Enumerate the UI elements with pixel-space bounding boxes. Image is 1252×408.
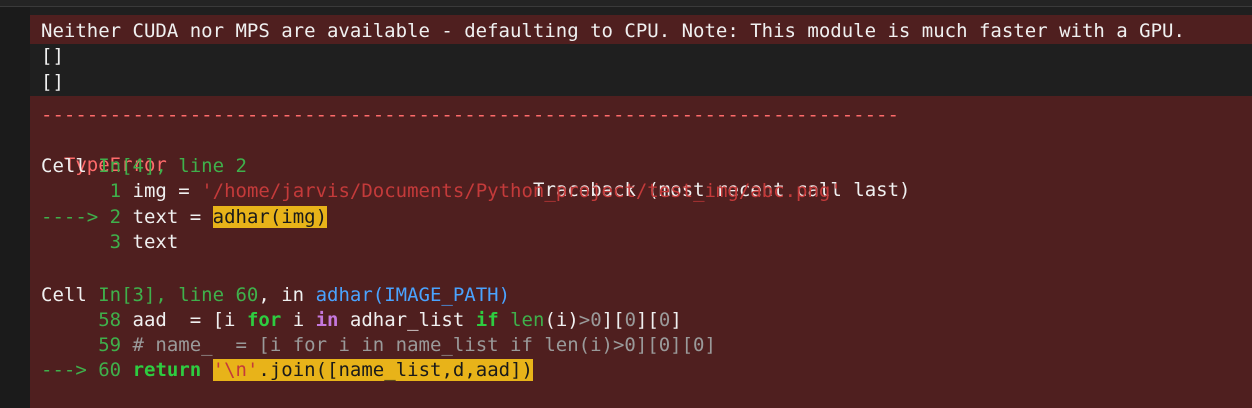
line-number: 60: [98, 359, 122, 381]
comment-text: # name_ = [i for i in name_list if len(i…: [132, 334, 716, 356]
keyword-in: in: [315, 309, 339, 331]
code-text: ][: [636, 309, 659, 331]
cell-label: Cell: [41, 155, 99, 177]
line-number: 3: [109, 231, 122, 253]
error-highlight: '\n'.join([name_list,d,aad]): [212, 359, 533, 381]
number-literal: 0: [624, 309, 637, 331]
cell-label: Cell: [41, 284, 99, 306]
string-literal: '/home/jarvis/Documents/Python_project/t…: [201, 180, 842, 202]
code-text: (i): [544, 309, 579, 331]
in-text: , in: [258, 284, 316, 306]
cell-ref-link[interactable]: In[4], line 2: [98, 155, 247, 177]
code-text: text =: [132, 206, 213, 228]
line-number: 59: [98, 334, 122, 356]
cell-top-border: [0, 0, 1252, 7]
code-text: ][: [601, 309, 625, 331]
stdout-output-block: [30, 44, 1252, 96]
traceback-separator: ----------------------------------------…: [41, 104, 899, 126]
code-line-60-error: ---> 60 return '\n'.join([name_list,d,aa…: [41, 358, 533, 383]
code-text: aad = [i: [132, 309, 247, 331]
error-highlight: adhar(img): [212, 206, 328, 228]
line-number: 58: [98, 309, 122, 331]
join-call: .join([name_list,d,aad]): [258, 359, 533, 381]
code-text: adhar_list: [338, 309, 476, 331]
cell-ref-link[interactable]: In[3], line 60: [98, 284, 258, 306]
line-number: 1: [109, 180, 122, 202]
error-arrow: ---->: [41, 206, 99, 228]
number-literal: 0: [590, 309, 602, 331]
keyword-if: if: [475, 309, 499, 331]
code-line-2-error: ----> 2 text = adhar(img): [41, 205, 328, 230]
builtin-len: len: [510, 309, 545, 331]
number-literal: 0: [658, 309, 671, 331]
code-text: img =: [132, 180, 202, 202]
output-gutter: [0, 7, 30, 408]
frame1-header: Cell In[4], line 2: [41, 154, 247, 179]
function-args: (IMAGE_PATH): [372, 284, 511, 306]
code-line-3: 3 text: [41, 230, 179, 255]
frame2-header: Cell In[3], line 60, in adhar(IMAGE_PATH…: [41, 283, 510, 308]
empty-list-output-1: []: [41, 45, 64, 67]
keyword-return: return: [132, 359, 202, 381]
code-text: i: [281, 309, 316, 331]
code-line-1: 1 img = '/home/jarvis/Documents/Python_p…: [41, 179, 842, 204]
function-name: adhar: [315, 284, 373, 306]
code-text: text: [132, 231, 179, 253]
code-line-59: 59 # name_ = [i for i in name_list if le…: [41, 333, 716, 358]
empty-list-output-2: []: [41, 71, 64, 93]
traceback-header: TypeError Traceback (most recent call la…: [41, 128, 921, 201]
keyword-for: for: [246, 309, 282, 331]
code-text: ]: [670, 309, 682, 331]
code-line-58: 58 aad = [i for i in adhar_list if len(i…: [41, 308, 682, 333]
operator-gt: >: [578, 309, 591, 331]
string-literal: '\n': [212, 359, 259, 381]
line-number: 2: [109, 206, 122, 228]
gpu-warning-text: Neither CUDA nor MPS are available - def…: [41, 20, 1185, 42]
error-arrow: --->: [41, 359, 87, 381]
